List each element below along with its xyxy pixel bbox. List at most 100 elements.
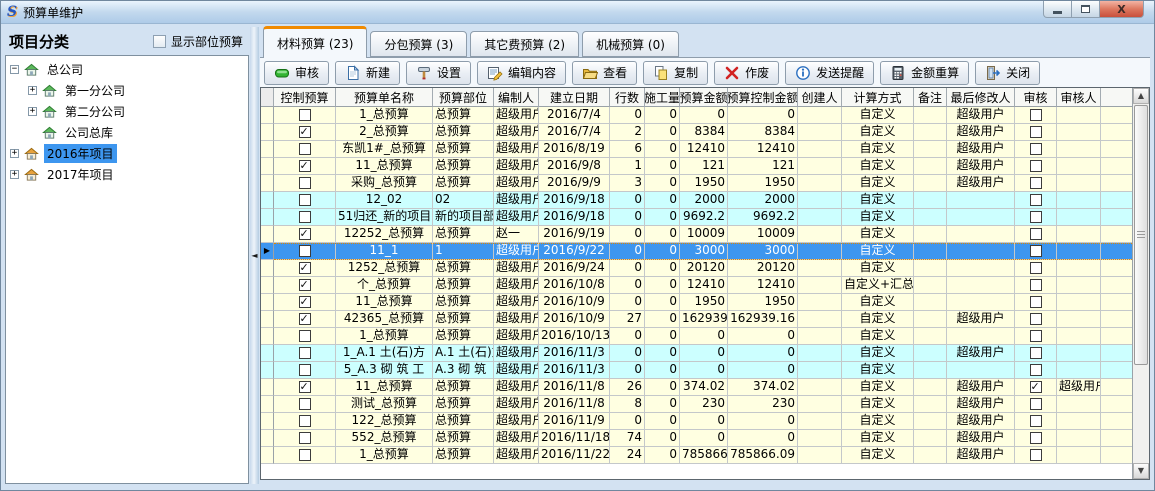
control-budget-checkbox[interactable]	[299, 228, 311, 240]
column-header-6[interactable]: 行数	[610, 88, 645, 107]
table-row-17[interactable]: 11_总预算总预算超级用户2016/11/8260374.02374.02自定义…	[261, 379, 1132, 396]
expand-icon[interactable]: +	[28, 107, 37, 116]
control-budget-checkbox[interactable]	[299, 211, 311, 223]
column-header-11[interactable]: 计算方式	[842, 88, 914, 107]
audit-checkbox[interactable]	[1030, 245, 1042, 257]
control-budget-checkbox[interactable]	[299, 364, 311, 376]
table-row-4[interactable]: 11_总预算总预算超级用户2016/9/810121121自定义超级用户	[261, 158, 1132, 175]
table-row-15[interactable]: 1_A.1 土(石)方A.1 土(石)方超级用户2016/11/30000自定义…	[261, 345, 1132, 362]
table-row-10[interactable]: 1252_总预算总预算超级用户2016/9/24002012020120自定义	[261, 260, 1132, 277]
control-budget-checkbox[interactable]	[299, 347, 311, 359]
audit-checkbox[interactable]	[1030, 126, 1042, 138]
table-row-7[interactable]: 51归还_新的项目新的项目部位超级用户2016/9/18009692.29692…	[261, 209, 1132, 226]
audit-checkbox[interactable]	[1030, 330, 1042, 342]
new-doc-button[interactable]: 新建	[335, 61, 400, 85]
column-header-12[interactable]: 备注	[914, 88, 947, 107]
table-row-18[interactable]: 测试_总预算总预算超级用户2016/11/880230230自定义超级用户	[261, 396, 1132, 413]
audit-checkbox[interactable]	[1030, 347, 1042, 359]
table-row-3[interactable]: 东凯1#_总预算总预算超级用户2016/8/19601241012410自定义超…	[261, 141, 1132, 158]
audit-checkbox[interactable]	[1030, 296, 1042, 308]
table-row-11[interactable]: 个_总预算总预算超级用户2016/10/8001241012410自定义+汇总	[261, 277, 1132, 294]
exit-door-button[interactable]: 关闭	[975, 61, 1040, 85]
control-budget-checkbox[interactable]	[299, 177, 311, 189]
tree-item-1[interactable]: −总公司	[6, 59, 248, 80]
vertical-scrollbar[interactable]: ▲ ▼	[1132, 88, 1149, 479]
audit-checkbox[interactable]	[1030, 194, 1042, 206]
table-row-19[interactable]: 122_总预算总预算超级用户2016/11/90000自定义超级用户	[261, 413, 1132, 430]
scroll-down-button[interactable]: ▼	[1133, 463, 1149, 479]
tree-item-3[interactable]: +第二分公司	[6, 101, 248, 122]
hammer-button[interactable]: 设置	[406, 61, 471, 85]
tree-item-4[interactable]: 公司总库	[6, 122, 248, 143]
control-budget-checkbox[interactable]	[299, 330, 311, 342]
column-header-14[interactable]: 审核	[1015, 88, 1057, 107]
collapse-left-icon[interactable]: ◄	[251, 252, 257, 260]
expand-icon[interactable]: +	[10, 149, 19, 158]
copy-button[interactable]: 复制	[643, 61, 708, 85]
control-budget-checkbox[interactable]	[299, 398, 311, 410]
red-x-button[interactable]: 作废	[714, 61, 779, 85]
edit-button[interactable]: 编辑内容	[477, 61, 566, 85]
control-budget-checkbox[interactable]	[299, 245, 311, 257]
expand-icon[interactable]: +	[28, 86, 37, 95]
tab-4[interactable]: 机械预算 (0)	[582, 31, 679, 57]
panel-splitter[interactable]: ◄	[250, 27, 259, 484]
table-row-1[interactable]: 1_总预算总预算超级用户2016/7/40000自定义超级用户	[261, 107, 1132, 124]
control-budget-checkbox[interactable]	[299, 109, 311, 121]
tree-item-2[interactable]: +第一分公司	[6, 80, 248, 101]
tab-2[interactable]: 分包预算 (3)	[370, 31, 467, 57]
audit-checkbox[interactable]	[1030, 313, 1042, 325]
control-budget-checkbox[interactable]	[299, 143, 311, 155]
audit-checkbox[interactable]	[1030, 432, 1042, 444]
audit-checkbox[interactable]	[1030, 109, 1042, 121]
audit-checkbox[interactable]	[1030, 160, 1042, 172]
control-budget-checkbox[interactable]	[299, 160, 311, 172]
tree-item-6[interactable]: +2017年项目	[6, 164, 248, 185]
open-folder-button[interactable]: 查看	[572, 61, 637, 85]
tree-item-5[interactable]: +2016年项目	[6, 143, 248, 164]
audit-checkbox[interactable]	[1030, 211, 1042, 223]
audit-checkbox[interactable]	[1030, 449, 1042, 461]
table-row-21[interactable]: 1_总预算总预算超级用户2016/11/22240785866.09785866…	[261, 447, 1132, 464]
column-header-15[interactable]: 审核人	[1057, 88, 1101, 107]
control-budget-checkbox[interactable]	[299, 415, 311, 427]
control-budget-checkbox[interactable]	[299, 381, 311, 393]
scrollbar-thumb[interactable]	[1134, 105, 1148, 365]
control-budget-checkbox[interactable]	[299, 296, 311, 308]
column-header-7[interactable]: 施工量	[645, 88, 680, 107]
audit-button[interactable]: 审核	[264, 61, 329, 85]
expand-icon[interactable]: +	[10, 170, 19, 179]
column-header-3[interactable]: 预算部位	[433, 88, 494, 107]
scroll-up-button[interactable]: ▲	[1133, 88, 1149, 104]
table-row-20[interactable]: 552_总预算总预算超级用户2016/11/1874000自定义超级用户	[261, 430, 1132, 447]
audit-checkbox[interactable]	[1030, 262, 1042, 274]
table-row-8[interactable]: 12252_总预算总预算赵一2016/9/19001000910009自定义	[261, 226, 1132, 243]
show-part-budget-checkbox[interactable]	[153, 35, 166, 48]
info-button[interactable]: 发送提醒	[785, 61, 874, 85]
audit-checkbox[interactable]	[1030, 143, 1042, 155]
control-budget-checkbox[interactable]	[299, 449, 311, 461]
column-header-1[interactable]: 控制预算	[274, 88, 336, 107]
control-budget-checkbox[interactable]	[299, 279, 311, 291]
control-budget-checkbox[interactable]	[299, 194, 311, 206]
audit-checkbox[interactable]	[1030, 177, 1042, 189]
column-header-8[interactable]: 预算金额	[680, 88, 728, 107]
control-budget-checkbox[interactable]	[299, 262, 311, 274]
close-button[interactable]: X	[1099, 1, 1144, 18]
column-header-5[interactable]: 建立日期	[539, 88, 610, 107]
minimize-button[interactable]	[1043, 1, 1072, 18]
table-row-6[interactable]: 12_0202超级用户2016/9/180020002000自定义	[261, 192, 1132, 209]
control-budget-checkbox[interactable]	[299, 126, 311, 138]
table-row-14[interactable]: 1_总预算总预算超级用户2016/10/130000自定义	[261, 328, 1132, 345]
show-part-budget-option[interactable]: 显示部位预算	[153, 33, 249, 50]
table-row-9[interactable]: ▶11_11超级用户2016/9/220030003000自定义	[261, 243, 1132, 260]
column-header-9[interactable]: 预算控制金额	[728, 88, 798, 107]
table-row-2[interactable]: 2_总预算总预算超级用户2016/7/42083848384自定义超级用户	[261, 124, 1132, 141]
audit-checkbox[interactable]	[1030, 228, 1042, 240]
column-header-2[interactable]: 预算单名称	[336, 88, 433, 107]
tab-3[interactable]: 其它费预算 (2)	[470, 31, 579, 57]
table-row-13[interactable]: 42365_总预算总预算超级用户2016/10/9270162939.16162…	[261, 311, 1132, 328]
table-row-5[interactable]: 采购_总预算总预算超级用户2016/9/93019501950自定义超级用户	[261, 175, 1132, 192]
audit-checkbox[interactable]	[1030, 364, 1042, 376]
control-budget-checkbox[interactable]	[299, 313, 311, 325]
